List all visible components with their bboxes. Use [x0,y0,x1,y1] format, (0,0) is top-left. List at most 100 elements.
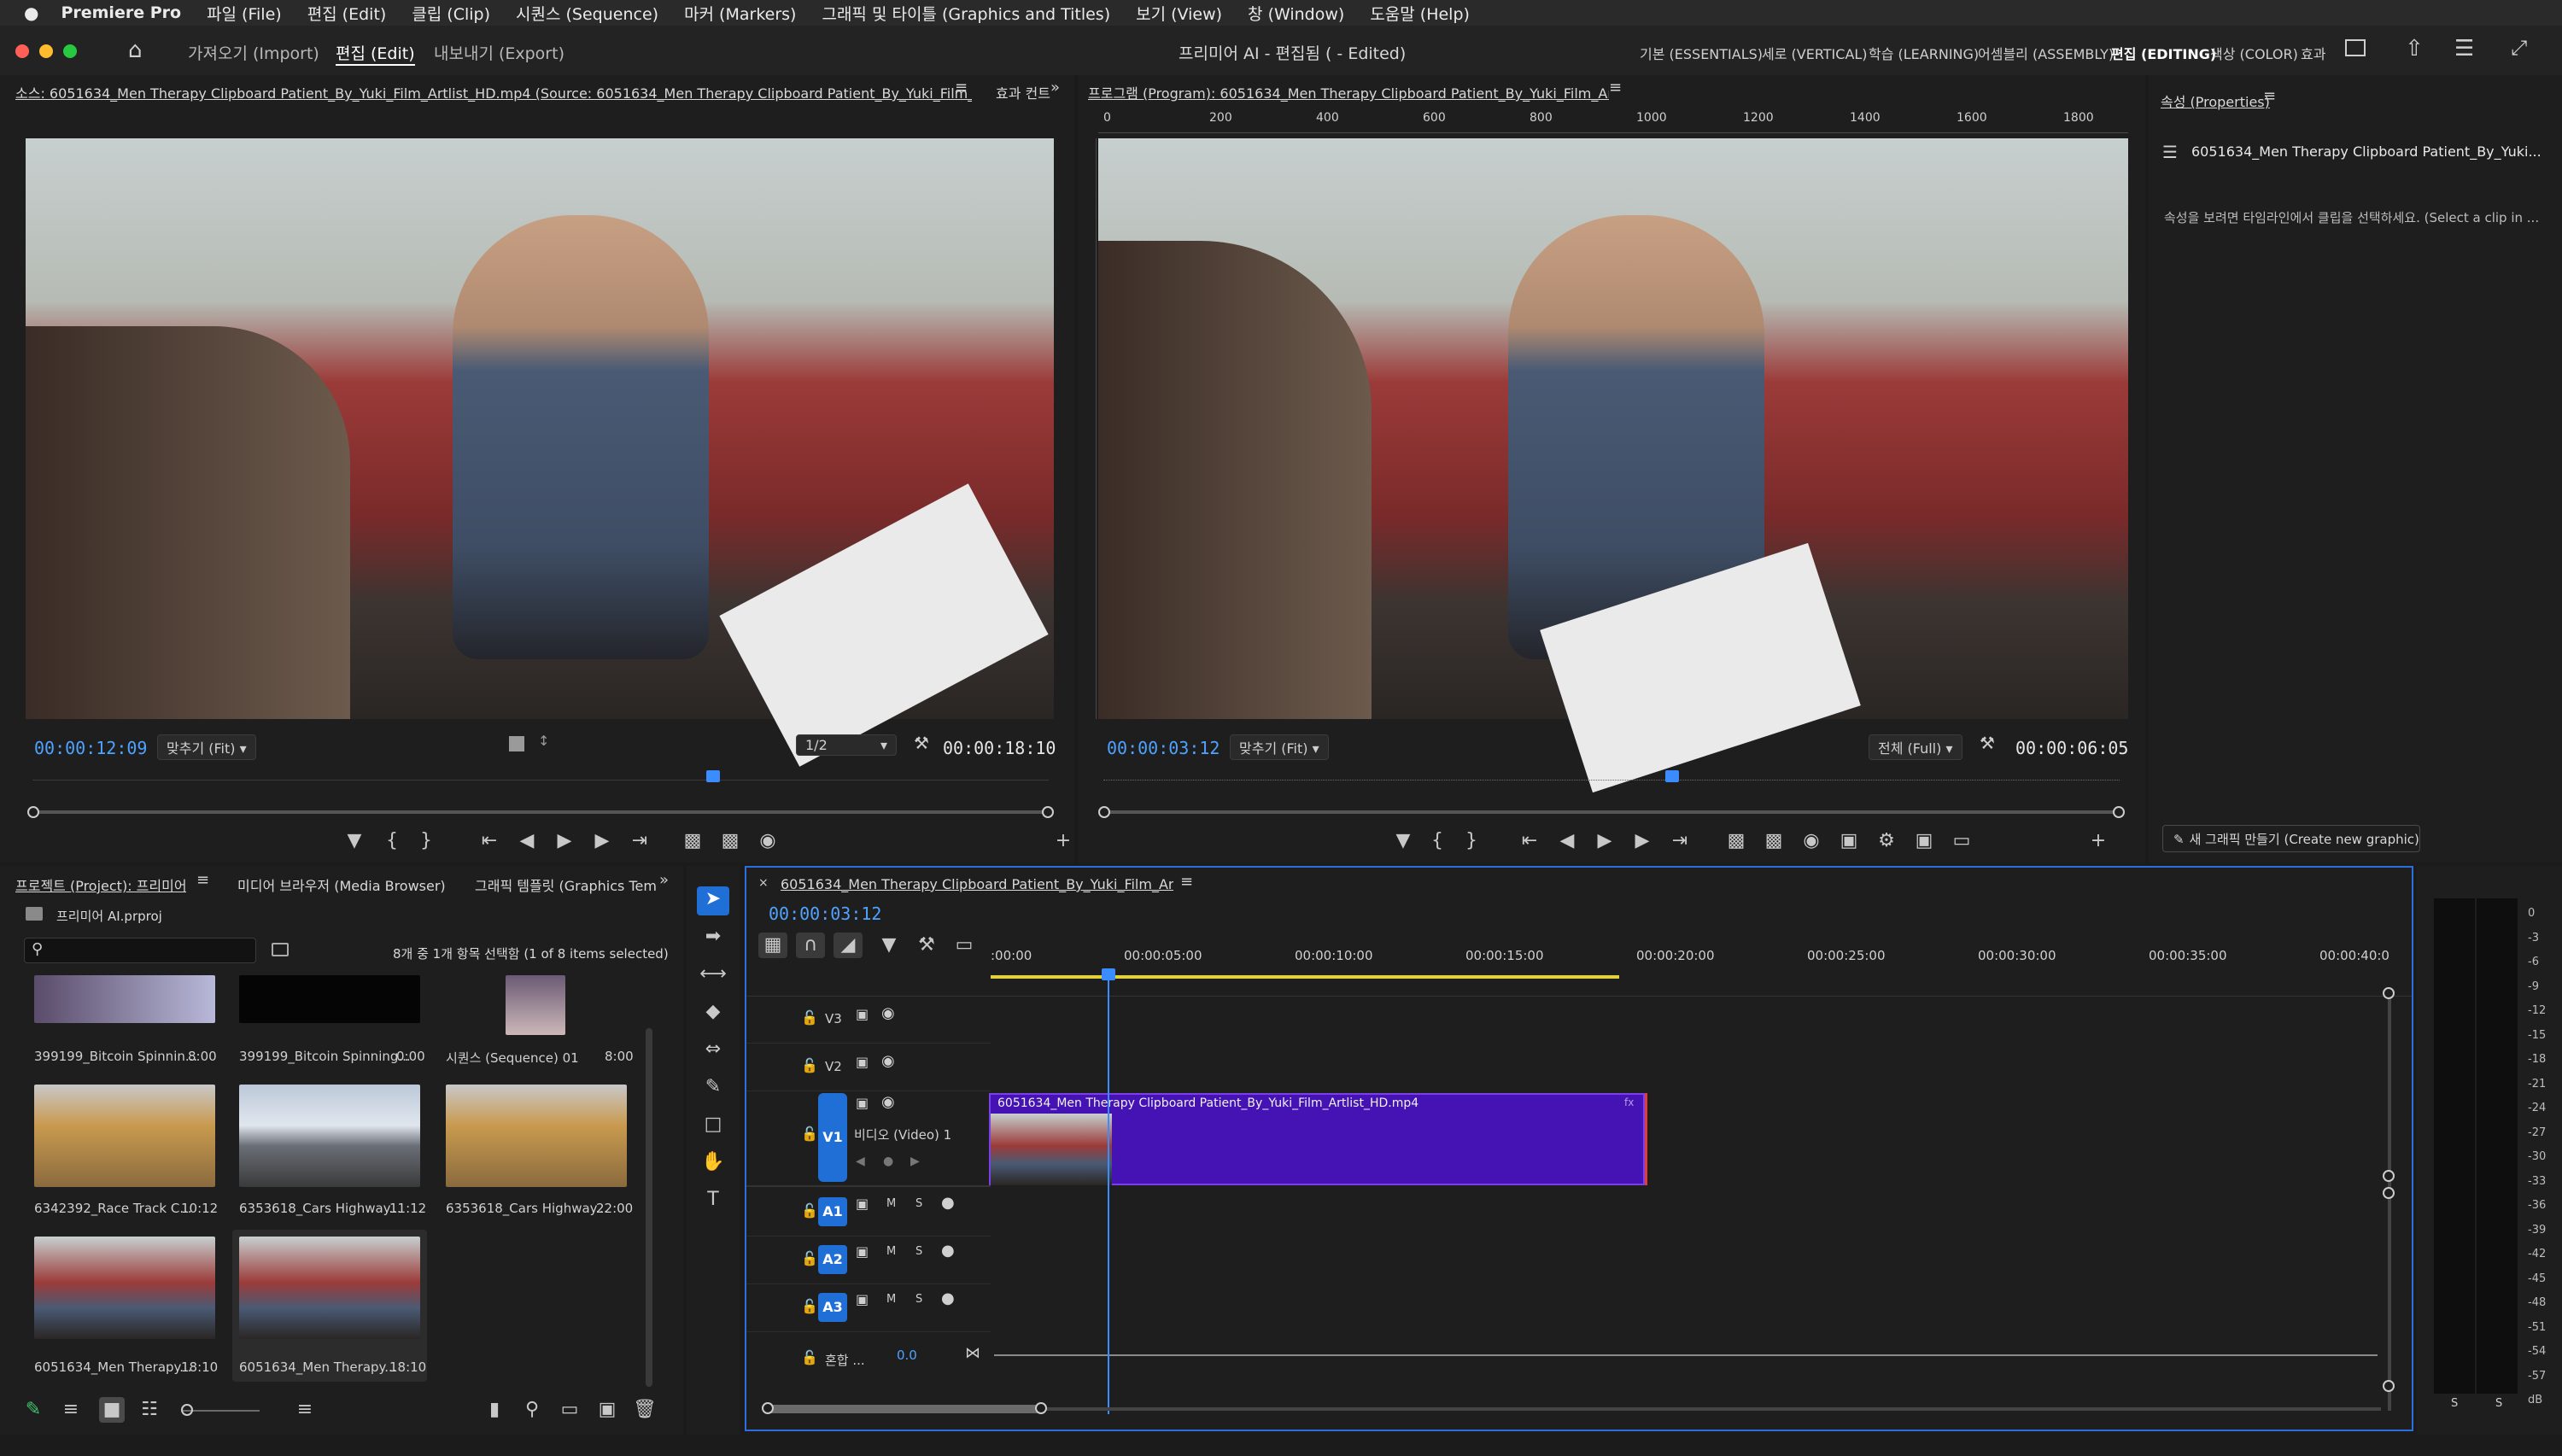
timeline-settings-icon[interactable]: ⚒ [914,933,939,958]
minimize-window-button[interactable] [39,44,53,58]
program-play-icon[interactable]: ▶ [1592,828,1617,854]
new-bin-from-search-icon[interactable] [272,943,289,956]
quick-export-icon[interactable]: ☰ [2454,36,2474,61]
program-resolution-dropdown[interactable]: 전체 (Full) ▾ [1869,734,1962,760]
captions-icon[interactable]: ▭ [951,933,977,958]
menu-edit[interactable]: 편집 (Edit) [307,2,387,25]
go-to-in-icon[interactable]: ⇤ [477,828,502,854]
new-bin-icon[interactable]: ▭ [557,1397,582,1423]
hand-tool-icon[interactable]: ✋ [697,1149,729,1175]
timeline-time-ruler[interactable]: :00:00 00:00:05:00 00:00:10:00 00:00:15:… [991,933,2391,979]
tab-edit[interactable]: 편집 (Edit) [336,41,415,66]
mark-out-icon[interactable]: } [413,828,439,854]
overwrite-icon[interactable]: ▩ [717,828,743,854]
layout-editing[interactable]: 편집 (EDITING) [2111,43,2216,63]
program-playhead[interactable] [1665,770,1680,782]
timeline-vscroll-handle-bottom[interactable] [2383,1380,2395,1392]
track-a2-target[interactable]: A2 [818,1245,847,1274]
timeline-vscroll[interactable] [2388,992,2391,1411]
source-fit-dropdown[interactable]: 맞추기 (Fit) ▾ [157,734,256,760]
layout-vertical[interactable]: 세로 (VERTICAL) [1762,43,1868,63]
source-zoom-handle-right[interactable] [1042,806,1054,818]
lock-icon[interactable]: 🔓 [801,1298,818,1314]
find-icon[interactable]: ⚲ [519,1397,545,1423]
source-zoom-handle-left[interactable] [27,806,39,818]
panel-menu-icon[interactable]: ≡ [955,79,968,96]
thumb-item-4[interactable] [34,1085,215,1187]
sort-icon[interactable]: ≡ [292,1397,318,1423]
toggle-output-icon[interactable]: ◉ [881,1004,895,1022]
go-to-end-icon[interactable]: ⋈ [965,1344,980,1362]
toggle-output-icon[interactable]: ◉ [881,1052,895,1070]
insert-icon[interactable]: ▩ [680,828,705,854]
program-time-ruler[interactable] [1103,769,2120,781]
source-monitor-tab[interactable]: 소스: 6051634_Men Therapy Clipboard Patien… [15,82,972,102]
thumb-item-8[interactable] [239,1237,420,1339]
play-icon[interactable]: ▶ [552,828,577,854]
menu-graphics[interactable]: 그래픽 및 타이틀 (Graphics and Titles) [822,2,1110,25]
source-resolution-dropdown[interactable]: 1/2 ▾ [796,734,897,756]
source-safe-margin-icon[interactable] [509,736,524,751]
track-a3-target[interactable]: A3 [818,1293,847,1322]
track-a1-target[interactable]: A1 [818,1197,847,1226]
selection-tool-icon[interactable]: ➤ [697,886,729,915]
program-step-back-icon[interactable]: ◀ [1554,828,1580,854]
effect-controls-tab[interactable]: 효과 컨트 [996,82,1050,102]
mute-button[interactable]: M [886,1293,896,1306]
program-panel-menu-icon[interactable]: ≡ [1609,79,1622,96]
clear-icon[interactable]: 🗑 [632,1397,658,1423]
go-to-out-icon[interactable]: ⇥ [627,828,652,854]
voice-over-icon[interactable]: ● [941,1194,955,1212]
program-fit-dropdown[interactable]: 맞추기 (Fit) ▾ [1230,734,1329,760]
sync-lock-icon[interactable]: ▣ [856,1095,869,1111]
solo-right-button[interactable]: S [2495,1397,2502,1410]
comparison-view-icon[interactable]: ▣ [1836,828,1862,854]
program-go-to-out-icon[interactable]: ⇥ [1667,828,1693,854]
lift-icon[interactable]: ▩ [1723,828,1749,854]
properties-tab[interactable]: 속성 (Properties) [2161,91,2270,111]
list-view-icon[interactable]: ≡ [58,1397,84,1423]
timeline-timecode[interactable]: 00:00:03:12 [769,903,881,924]
program-button-editor-icon[interactable]: + [2085,828,2111,854]
solo-left-button[interactable]: S [2451,1397,2458,1410]
project-search-input[interactable]: ⚲ [24,938,256,963]
track-select-tool-icon[interactable]: ➡ [697,924,729,950]
work-area-bar[interactable] [991,975,1619,979]
close-window-button[interactable] [15,44,29,58]
freeform-view-icon[interactable]: ☷ [137,1397,162,1423]
vr-view-icon[interactable]: ▣ [1911,828,1937,854]
layout-assembly[interactable]: 어셈블리 (ASSEMBLY) [1978,43,2114,63]
sync-lock-icon[interactable]: ▣ [856,1291,869,1307]
menu-file[interactable]: 파일 (File) [207,2,282,25]
timeline-vscroll-handle-top[interactable] [2383,987,2395,999]
export-frame-icon[interactable]: ◉ [755,828,781,854]
step-forward-icon[interactable]: ▶ [589,828,615,854]
thumbnail-size-handle[interactable] [181,1404,193,1416]
lock-icon[interactable]: 🔓 [801,1202,818,1219]
program-mark-in-icon[interactable]: { [1424,828,1450,854]
proxy-toggle-icon[interactable]: ⚙ [1874,828,1899,854]
slip-tool-icon[interactable]: ⇔ [697,1037,729,1062]
toggle-output-icon[interactable]: ◉ [881,1093,895,1111]
voice-over-icon[interactable]: ● [941,1242,955,1260]
lock-icon[interactable]: 🔓 [801,1009,818,1026]
program-export-frame-icon[interactable]: ◉ [1799,828,1824,854]
source-settings-icon[interactable]: ⚒ [914,733,929,753]
zoom-window-button[interactable] [63,44,77,58]
tab-import[interactable]: 가져오기 (Import) [188,41,319,64]
thumb-item-7[interactable] [34,1237,215,1339]
snap-icon[interactable]: ∩ [796,933,825,958]
home-icon[interactable]: ⌂ [128,38,143,63]
lock-icon[interactable]: 🔓 [801,1250,818,1266]
menu-view[interactable]: 보기 (View) [1136,2,1222,25]
extract-icon[interactable]: ▩ [1761,828,1787,854]
solo-button[interactable]: S [915,1197,922,1210]
program-go-to-in-icon[interactable]: ⇤ [1517,828,1542,854]
mute-button[interactable]: M [886,1245,896,1258]
graphics-templates-tab[interactable]: 그래픽 템플릿 (Graphics Templa [475,874,656,895]
razor-tool-icon[interactable]: ◆ [697,999,729,1025]
program-zoom-bar[interactable] [1103,810,2120,814]
mute-button[interactable]: M [886,1197,896,1210]
project-scrollbar[interactable] [646,1028,652,1387]
layout-effects[interactable]: 효과 [2301,43,2325,63]
